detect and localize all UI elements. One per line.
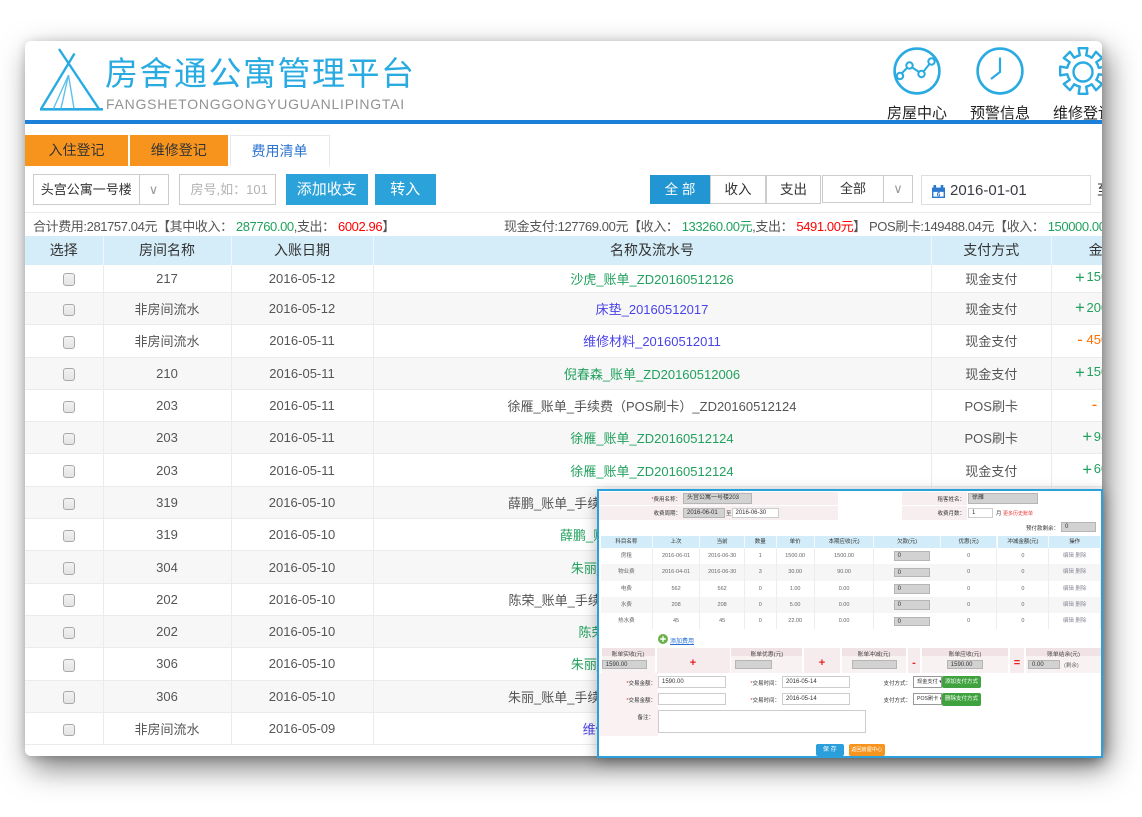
svg-text:6: 6 <box>937 191 941 198</box>
